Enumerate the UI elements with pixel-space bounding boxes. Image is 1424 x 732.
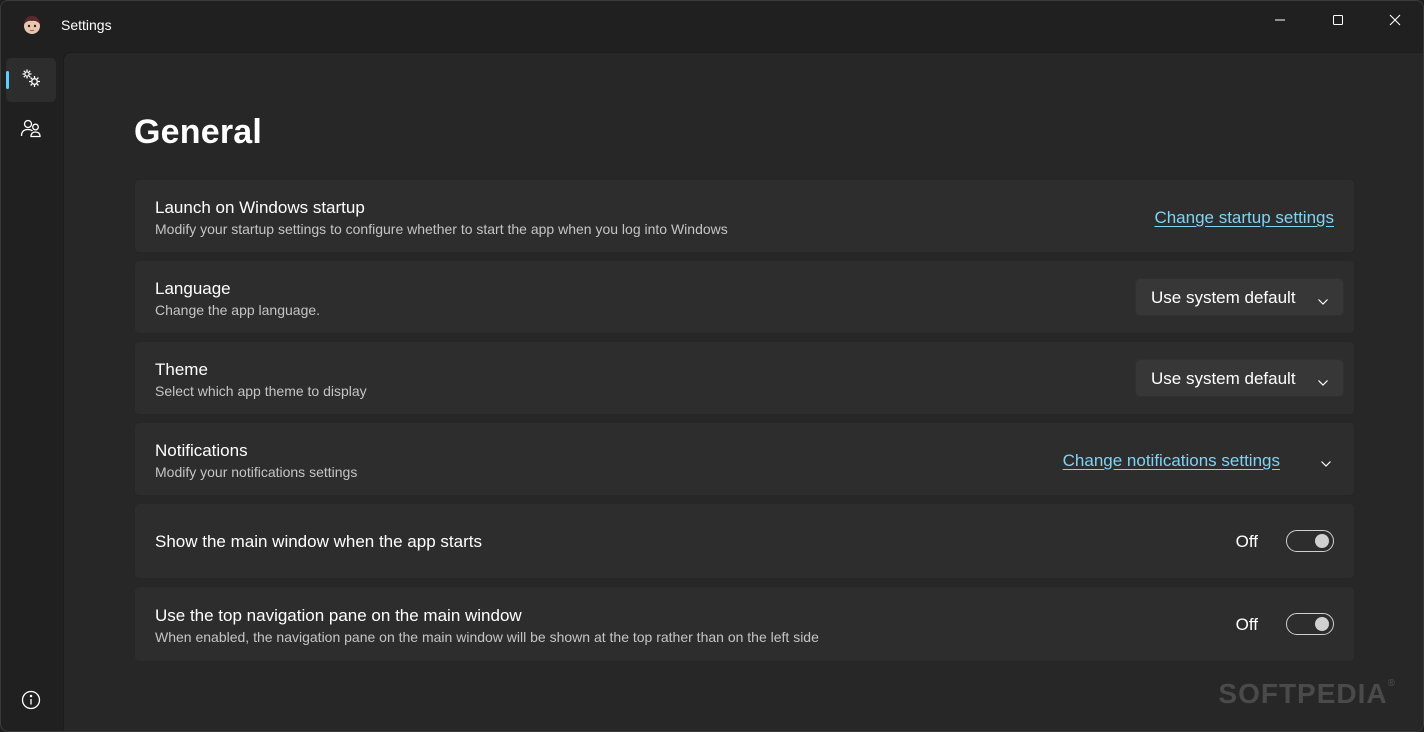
close-icon bbox=[1389, 14, 1401, 26]
top-nav-card: Use the top navigation pane on the main … bbox=[134, 586, 1355, 662]
top-nav-toggle[interactable] bbox=[1286, 613, 1334, 635]
language-selected: Use system default bbox=[1151, 288, 1296, 307]
nav-item-about[interactable] bbox=[6, 108, 56, 152]
chevron-down-icon[interactable] bbox=[1320, 455, 1332, 473]
minimize-button[interactable] bbox=[1251, 1, 1308, 39]
language-dropdown[interactable]: Use system default bbox=[1135, 278, 1344, 316]
notifications-description: Modify your notifications settings bbox=[155, 464, 358, 480]
nav-pane bbox=[1, 51, 61, 731]
chevron-down-icon bbox=[1317, 374, 1329, 392]
chevron-down-icon bbox=[1317, 293, 1329, 311]
change-notifications-settings-link[interactable]: Change notifications settings bbox=[1063, 451, 1280, 471]
window-title: Settings bbox=[61, 17, 112, 33]
maximize-icon bbox=[1332, 14, 1344, 26]
settings-window: Settings General Launch on Windows start… bbox=[0, 0, 1424, 732]
toggle-knob bbox=[1315, 617, 1329, 631]
startup-card: Launch on Windows startup Modify your st… bbox=[134, 179, 1355, 253]
top-nav-title: Use the top navigation pane on the main … bbox=[155, 606, 522, 625]
maximize-button[interactable] bbox=[1309, 1, 1366, 39]
softpedia-watermark: SOFTPEDIA® bbox=[1218, 678, 1396, 709]
toggle-knob bbox=[1315, 534, 1329, 548]
theme-selected: Use system default bbox=[1151, 369, 1296, 388]
show-main-window-toggle[interactable] bbox=[1286, 530, 1334, 552]
people-icon bbox=[20, 117, 42, 144]
minimize-icon bbox=[1274, 14, 1286, 26]
theme-card: Theme Select which app theme to display … bbox=[134, 341, 1355, 415]
theme-title: Theme bbox=[155, 360, 208, 379]
selection-indicator bbox=[6, 71, 9, 89]
notifications-title: Notifications bbox=[155, 441, 248, 460]
startup-description: Modify your startup settings to configur… bbox=[155, 221, 728, 237]
nav-item-info[interactable] bbox=[6, 680, 56, 724]
title-bar[interactable]: Settings bbox=[1, 1, 1423, 51]
nav-item-general[interactable] bbox=[6, 58, 56, 102]
gears-icon bbox=[20, 67, 42, 94]
notifications-card[interactable]: Notifications Modify your notifications … bbox=[134, 422, 1355, 496]
show-main-window-title: Show the main window when the app starts bbox=[155, 532, 482, 551]
theme-dropdown[interactable]: Use system default bbox=[1135, 359, 1344, 397]
top-nav-description: When enabled, the navigation pane on the… bbox=[155, 629, 819, 645]
startup-title: Launch on Windows startup bbox=[155, 198, 365, 217]
show-main-window-state: Off bbox=[1235, 532, 1258, 551]
info-icon bbox=[21, 690, 41, 715]
language-description: Change the app language. bbox=[155, 302, 321, 318]
language-title: Language bbox=[155, 279, 231, 298]
content-area: General Launch on Windows startup Modify… bbox=[63, 52, 1423, 731]
language-card: Language Change the app language. Use sy… bbox=[134, 260, 1355, 334]
change-startup-settings-link[interactable]: Change startup settings bbox=[1154, 208, 1334, 228]
app-logo-icon bbox=[21, 14, 43, 36]
page-title: General bbox=[134, 113, 263, 151]
close-button[interactable] bbox=[1366, 1, 1423, 39]
theme-description: Select which app theme to display bbox=[155, 383, 367, 399]
top-nav-state: Off bbox=[1235, 615, 1258, 634]
show-main-window-card: Show the main window when the app starts… bbox=[134, 503, 1355, 579]
